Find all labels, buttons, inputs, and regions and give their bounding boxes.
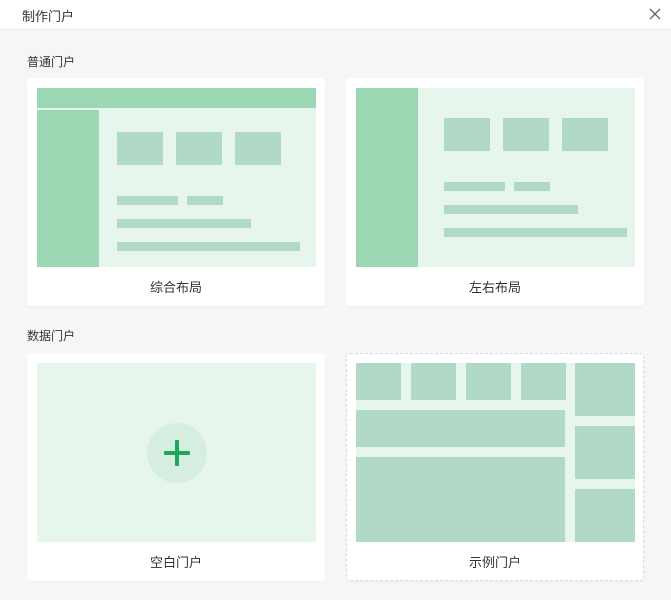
card-label: 示例门户 [468, 556, 521, 571]
dialog-header: 制作门户 [0, 0, 671, 30]
preview-box [562, 118, 608, 151]
preview-line [444, 205, 578, 214]
preview-box [444, 118, 490, 151]
preview-line [117, 196, 178, 205]
preview-tile [466, 363, 511, 400]
preview-tile [575, 489, 635, 542]
preview-box [117, 132, 163, 165]
section-title-data: 数据门户 [27, 329, 76, 343]
template-card-left-right-layout[interactable]: 左右布局 [346, 78, 644, 306]
card-label: 空白门户 [149, 556, 202, 571]
dialog-title: 制作门户 [22, 10, 75, 25]
template-card-sample-portal[interactable]: 示例门户 [346, 353, 644, 581]
preview-tile [575, 426, 635, 479]
preview-line [514, 182, 550, 191]
plus-icon[interactable] [147, 423, 207, 483]
sample-portal-preview [356, 363, 635, 542]
preview-large-tile [356, 457, 565, 542]
preview-wide-tile [356, 410, 565, 447]
card-label: 综合布局 [149, 281, 202, 296]
preview-box [503, 118, 549, 151]
plus-icon-vertical [175, 440, 179, 466]
preview-box [235, 132, 281, 165]
preview-header-bar [37, 88, 316, 108]
preview-tile [575, 363, 635, 416]
layout-preview-comprehensive [37, 88, 316, 267]
layout-preview-left-right [356, 88, 635, 267]
preview-sidebar [37, 110, 99, 267]
preview-line [117, 242, 300, 251]
preview-tile [521, 363, 566, 400]
section-title-normal: 普通门户 [27, 55, 76, 69]
preview-tile [356, 363, 401, 400]
preview-tile [411, 363, 456, 400]
template-card-comprehensive-layout[interactable]: 综合布局 [27, 78, 325, 306]
preview-line [187, 196, 223, 205]
preview-line [444, 228, 627, 237]
preview-line [117, 219, 251, 228]
blank-portal-preview [37, 363, 316, 542]
close-icon[interactable] [647, 6, 663, 22]
preview-box [176, 132, 222, 165]
template-card-blank-portal[interactable]: 空白门户 [27, 353, 325, 581]
preview-sidebar [356, 88, 418, 267]
card-label: 左右布局 [468, 281, 521, 296]
preview-line [444, 182, 505, 191]
